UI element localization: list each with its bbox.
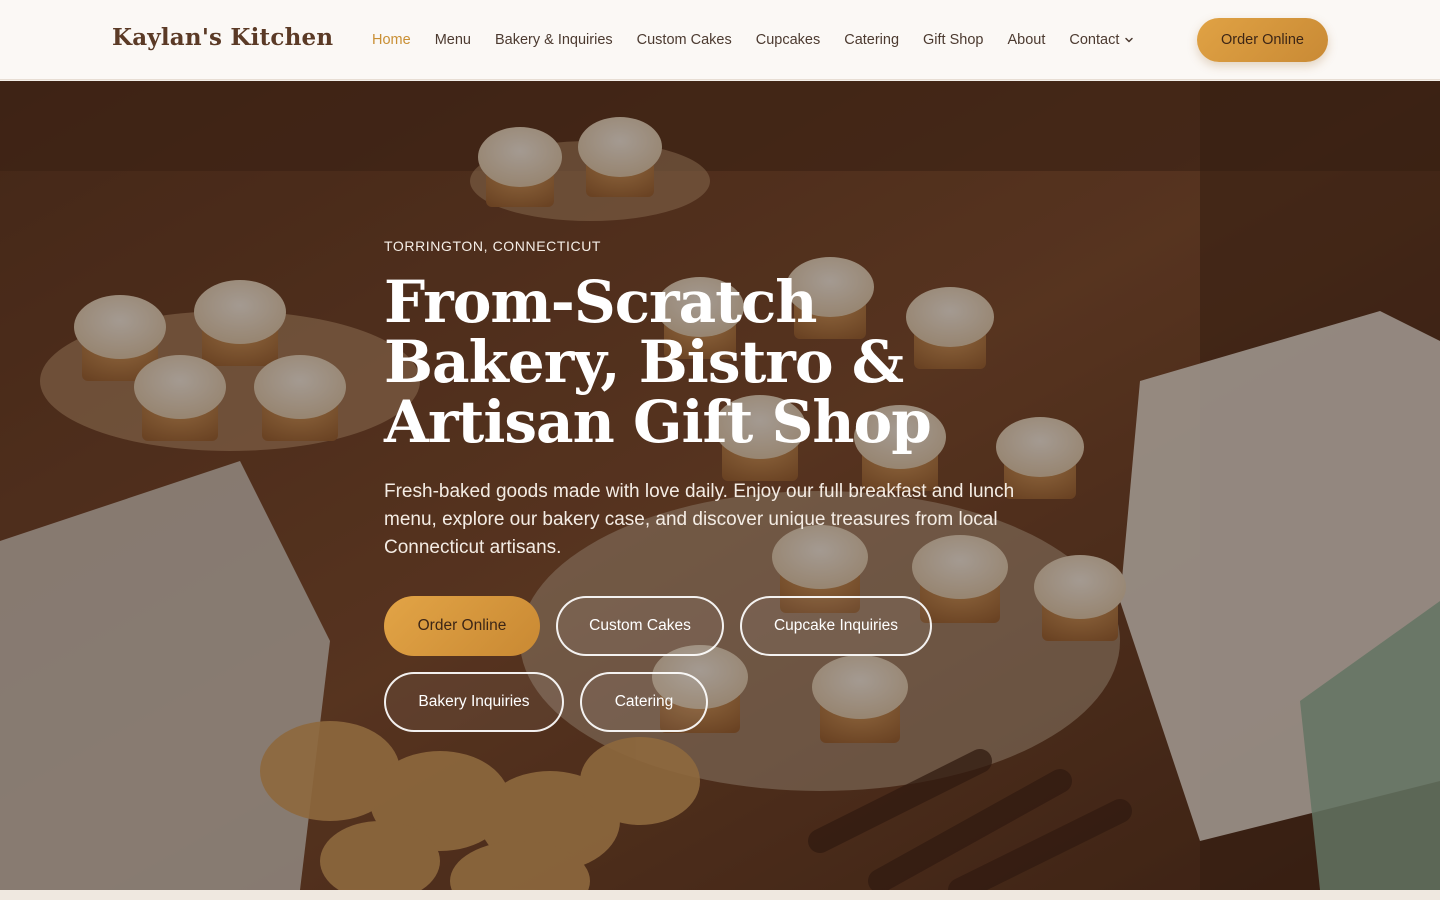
catering-button[interactable]: Catering (580, 672, 708, 732)
brand-logo[interactable]: Kaylan's Kitchen (112, 24, 333, 51)
chevron-down-icon (1125, 37, 1134, 43)
order-online-button[interactable]: Order Online (384, 596, 540, 656)
top-navbar: Kaylan's Kitchen Home Menu Bakery & Inqu… (0, 0, 1440, 80)
order-online-nav-button[interactable]: Order Online (1197, 18, 1328, 62)
nav-link-bakery-inquiries[interactable]: Bakery & Inquiries (495, 32, 613, 48)
hero-button-row-1: Order Online Custom Cakes Cupcake Inquir… (384, 596, 1064, 656)
nav-link-catering[interactable]: Catering (844, 32, 899, 48)
nav-link-gift-shop[interactable]: Gift Shop (923, 32, 983, 48)
nav-link-cupcakes[interactable]: Cupcakes (756, 32, 820, 48)
custom-cakes-button[interactable]: Custom Cakes (556, 596, 724, 656)
hero-content: TORRINGTON, CONNECTICUT From-Scratch Bak… (384, 238, 1064, 732)
next-section-edge (0, 890, 1440, 900)
bakery-inquiries-button[interactable]: Bakery Inquiries (384, 672, 564, 732)
main-nav: Home Menu Bakery & Inquiries Custom Cake… (372, 0, 1135, 80)
nav-link-about[interactable]: About (1007, 32, 1045, 48)
hero-title: From-Scratch Bakery, Bistro & Artisan Gi… (384, 268, 932, 456)
nav-dropdown-contact[interactable]: Contact (1069, 32, 1135, 48)
nav-link-home[interactable]: Home (372, 32, 411, 48)
hero-section: TORRINGTON, CONNECTICUT From-Scratch Bak… (0, 81, 1440, 890)
nav-contact-label: Contact (1069, 32, 1120, 48)
hero-location: TORRINGTON, CONNECTICUT (384, 238, 602, 254)
nav-link-custom-cakes[interactable]: Custom Cakes (637, 32, 732, 48)
nav-link-menu[interactable]: Menu (435, 32, 471, 48)
hero-button-row-2: Bakery Inquiries Catering (384, 672, 1064, 732)
cupcake-inquiries-button[interactable]: Cupcake Inquiries (740, 596, 932, 656)
hero-description: Fresh-baked goods made with love daily. … (384, 481, 1015, 558)
